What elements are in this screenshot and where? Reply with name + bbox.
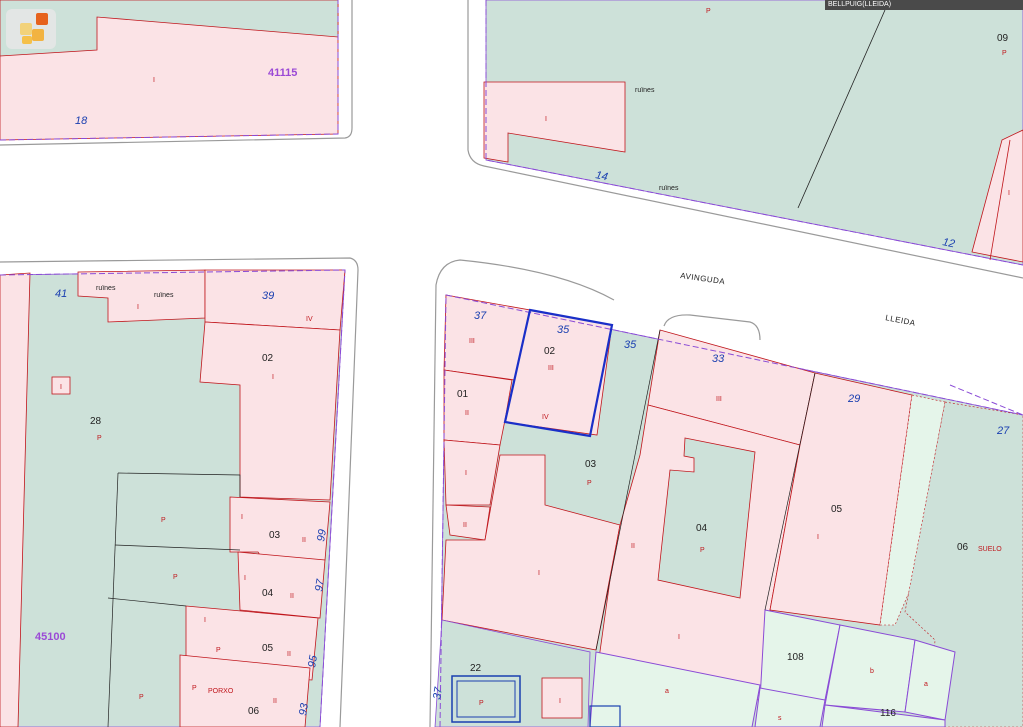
floor-code: P: [192, 685, 197, 692]
floor-code: P: [216, 647, 221, 654]
floor-code: III: [469, 338, 475, 345]
floor-code: II: [273, 698, 277, 705]
floor-code: I: [465, 470, 467, 477]
street-number: 35: [557, 324, 570, 336]
annotation-ruines: ruïnes: [154, 292, 174, 299]
floor-code: P: [587, 480, 592, 487]
annotation-porxo: PORXO: [208, 688, 234, 695]
street-number: 12: [941, 236, 955, 250]
street-number: 27: [996, 425, 1010, 437]
floor-code: IV: [306, 316, 313, 323]
floor-code: I: [60, 384, 62, 391]
floor-code: I: [204, 617, 206, 624]
floor-code: s: [778, 715, 782, 722]
floor-code: II: [463, 522, 467, 529]
floor-code: II: [631, 543, 635, 550]
street-number: 99: [315, 528, 329, 542]
annotation-ruines: ruïnes: [96, 285, 116, 292]
floor-code: I: [559, 698, 561, 705]
parcel-number: 03: [269, 530, 281, 541]
street-label-avinguda: AVINGUDA: [680, 271, 726, 286]
parcel-number: 28: [90, 416, 102, 427]
floor-code: I: [272, 374, 274, 381]
floor-code: P: [706, 8, 711, 15]
floor-code: I: [538, 570, 540, 577]
street-number: 37: [474, 310, 487, 322]
annotation-suelo: SUELO: [978, 546, 1002, 553]
street-number: 39: [262, 290, 274, 302]
annotation-ruines: ruïnes: [659, 185, 679, 192]
floor-code: III: [548, 365, 554, 372]
floor-code: I: [1008, 190, 1010, 197]
parcel-number: 02: [262, 353, 274, 364]
floor-code: I: [137, 304, 139, 311]
floor-code: I: [678, 634, 680, 641]
street-number: 14: [594, 169, 608, 183]
block-number: 45100: [35, 631, 66, 643]
floor-code: P: [479, 700, 484, 707]
floor-code: III: [716, 396, 722, 403]
parcel-number: 04: [696, 523, 708, 534]
floor-code: I: [545, 116, 547, 123]
block-number: 41115: [268, 67, 297, 79]
parcel-number: 05: [831, 504, 843, 515]
parcel-number: 09: [997, 33, 1009, 44]
app-logo-icon[interactable]: [6, 9, 56, 49]
floor-code: I: [153, 77, 155, 84]
floor-code: P: [139, 694, 144, 701]
parcel-number: 22: [470, 663, 482, 674]
parcel-number: 04: [262, 588, 274, 599]
floor-code: P: [97, 435, 102, 442]
floor-code: P: [161, 517, 166, 524]
parcel-number: 03: [585, 459, 597, 470]
street-number: 35: [624, 339, 637, 351]
floor-code: a: [665, 688, 669, 695]
floor-code: P: [700, 547, 705, 554]
parcel-number: 05: [262, 643, 274, 654]
street-number: 18: [75, 115, 88, 127]
parcel-number: 01: [457, 389, 469, 400]
street-number: 41: [55, 288, 67, 300]
floor-code: I: [241, 514, 243, 521]
floor-code: a: [924, 681, 928, 688]
map-title-bar: BELLPUIG(LLEIDA): [825, 0, 1023, 10]
block-top-right: [483, 0, 1023, 266]
floor-code: II: [290, 593, 294, 600]
parcel-number: 02: [544, 346, 556, 357]
floor-code: P: [1002, 50, 1007, 57]
floor-code: P: [173, 574, 178, 581]
parcel-number: 06: [957, 542, 969, 553]
floor-code: II: [302, 537, 306, 544]
floor-code: I: [244, 575, 246, 582]
street-number: 33: [712, 353, 725, 365]
annotation-ruines: ruïnes: [635, 87, 655, 94]
parcel-number: 06: [248, 706, 260, 717]
floor-code: b: [870, 668, 874, 675]
floor-code: II: [287, 651, 291, 658]
parcel-number: 108: [787, 652, 804, 663]
block-right: [434, 294, 1023, 727]
cadastral-map[interactable]: AVINGUDA LLEIDA 41115 45100 18 14 12 41 …: [0, 0, 1023, 727]
street-label-lleida: LLEIDA: [885, 313, 917, 328]
floor-code: IV: [542, 414, 549, 421]
parcel-number: 116: [880, 708, 896, 719]
block-left: [0, 269, 346, 727]
street-number: 29: [847, 393, 860, 405]
floor-code: I: [817, 534, 819, 541]
floor-code: II: [465, 410, 469, 417]
